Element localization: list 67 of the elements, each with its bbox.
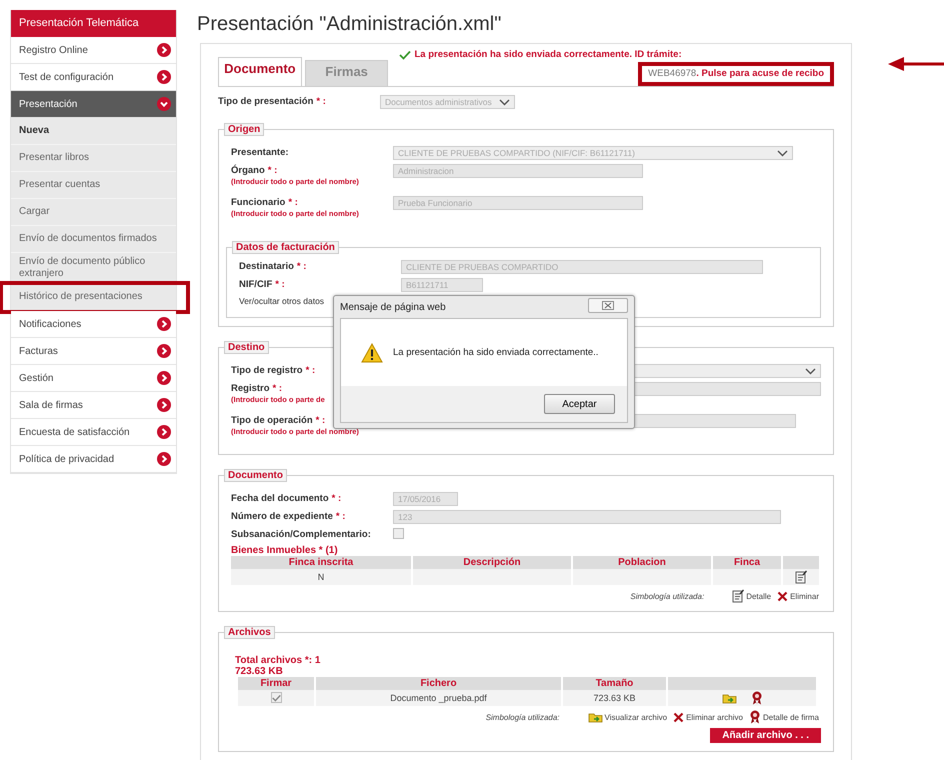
accept-button[interactable]: Aceptar [544,394,615,414]
field-label: Fecha del documento [231,493,329,504]
required-mark: * : [272,383,282,394]
required-mark: * : [336,511,346,522]
sidebar-item[interactable]: Presentar libros [11,145,176,172]
sidebar-item[interactable]: Histórico de presentaciones [11,284,176,311]
dialog-message: La presentación ha sido enviada correctamente.. [393,347,598,358]
table-cell: 723.63 KB [563,690,666,706]
required-mark: * : [316,415,326,426]
legend-text: Detalle de firma [762,712,819,722]
page-title: Presentación "Administración.xml" [197,12,502,37]
legend-text: Eliminar [790,592,819,600]
column-header: Poblacion [573,556,711,569]
field-label: Registro [231,383,270,394]
sidebar-item[interactable]: Envío de documentos firmados [11,226,176,253]
field-label: NIF/CIF [239,279,272,290]
required-mark: * : [268,165,278,176]
dialog-title: Mensaje de página web [340,302,446,312]
receipt-link[interactable]: . Pulse para acuse de recibo [696,68,824,80]
column-header: Fichero [316,677,561,690]
sidebar-item[interactable]: Notificaciones [11,311,176,338]
required-mark: * : [275,279,285,290]
column-header: Finca inscrita [231,556,411,569]
field-label: Órgano [231,165,265,176]
column-header: Finca [713,556,781,569]
legend-text: Visualizar archivo [604,712,668,722]
legend-label: Simbología utilizada: [486,712,560,722]
column-header: Descripción [413,556,571,569]
table-cell: Documento _prueba.pdf [316,690,561,706]
field-label: Tipo de registro [231,365,303,376]
column-header: Firmar [238,677,314,690]
sidebar-item[interactable]: Cargar [11,199,176,226]
field-label: Subsanación/Complementario: [231,529,371,540]
toggle-link[interactable]: Ver/ocultar otros datos [239,296,324,306]
legend-text: Eliminar archivo [686,712,743,722]
table-cell: N [231,569,411,585]
summary-text: 723.63 KB [235,666,284,677]
section-legend: Archivos [224,626,275,639]
required-mark: * : [332,493,342,504]
sidebar-header: Presentación Telemática [11,10,176,37]
add-file-button[interactable]: Añadir archivo . . . [710,728,821,743]
field-label: Número de expediente [231,511,333,522]
required-mark: * : [288,197,298,208]
section-legend: Documento [224,469,287,482]
table-heading: Bienes Inmuebles * (1) [231,545,339,556]
field-label: Tipo de operación [231,415,313,426]
required-mark: * : [306,365,316,376]
sidebar-item[interactable]: Presentar cuentas [11,172,176,199]
section-legend: Origen [224,123,264,136]
required-mark: * : [316,96,326,107]
sidebar-item[interactable]: Nueva [11,118,176,145]
required-mark: * : [296,261,306,272]
section-legend: Destino [224,341,269,354]
legend-label: Simbología utilizada: [630,592,704,600]
field-label: Presentante: [231,147,289,158]
tab[interactable]: Documento [218,57,302,86]
legend-text: Detalle [746,592,772,600]
field-label: Tipo de presentación [218,96,314,107]
tramite-id: WEB46978 [648,68,696,80]
field-label: Funcionario [231,197,286,208]
summary-text: Total archivos *: 1 [235,655,322,666]
status-message: La presentación ha sido enviada correctamente. ID trámite: [414,49,682,61]
sidebar-item[interactable]: Envío de documento público extranjero [11,253,176,284]
section-legend: Datos de facturación [232,241,339,254]
sidebar-item[interactable]: Presentación [11,91,176,118]
column-header: Tamaño [563,677,666,690]
field-label: Destinatario [239,261,294,272]
